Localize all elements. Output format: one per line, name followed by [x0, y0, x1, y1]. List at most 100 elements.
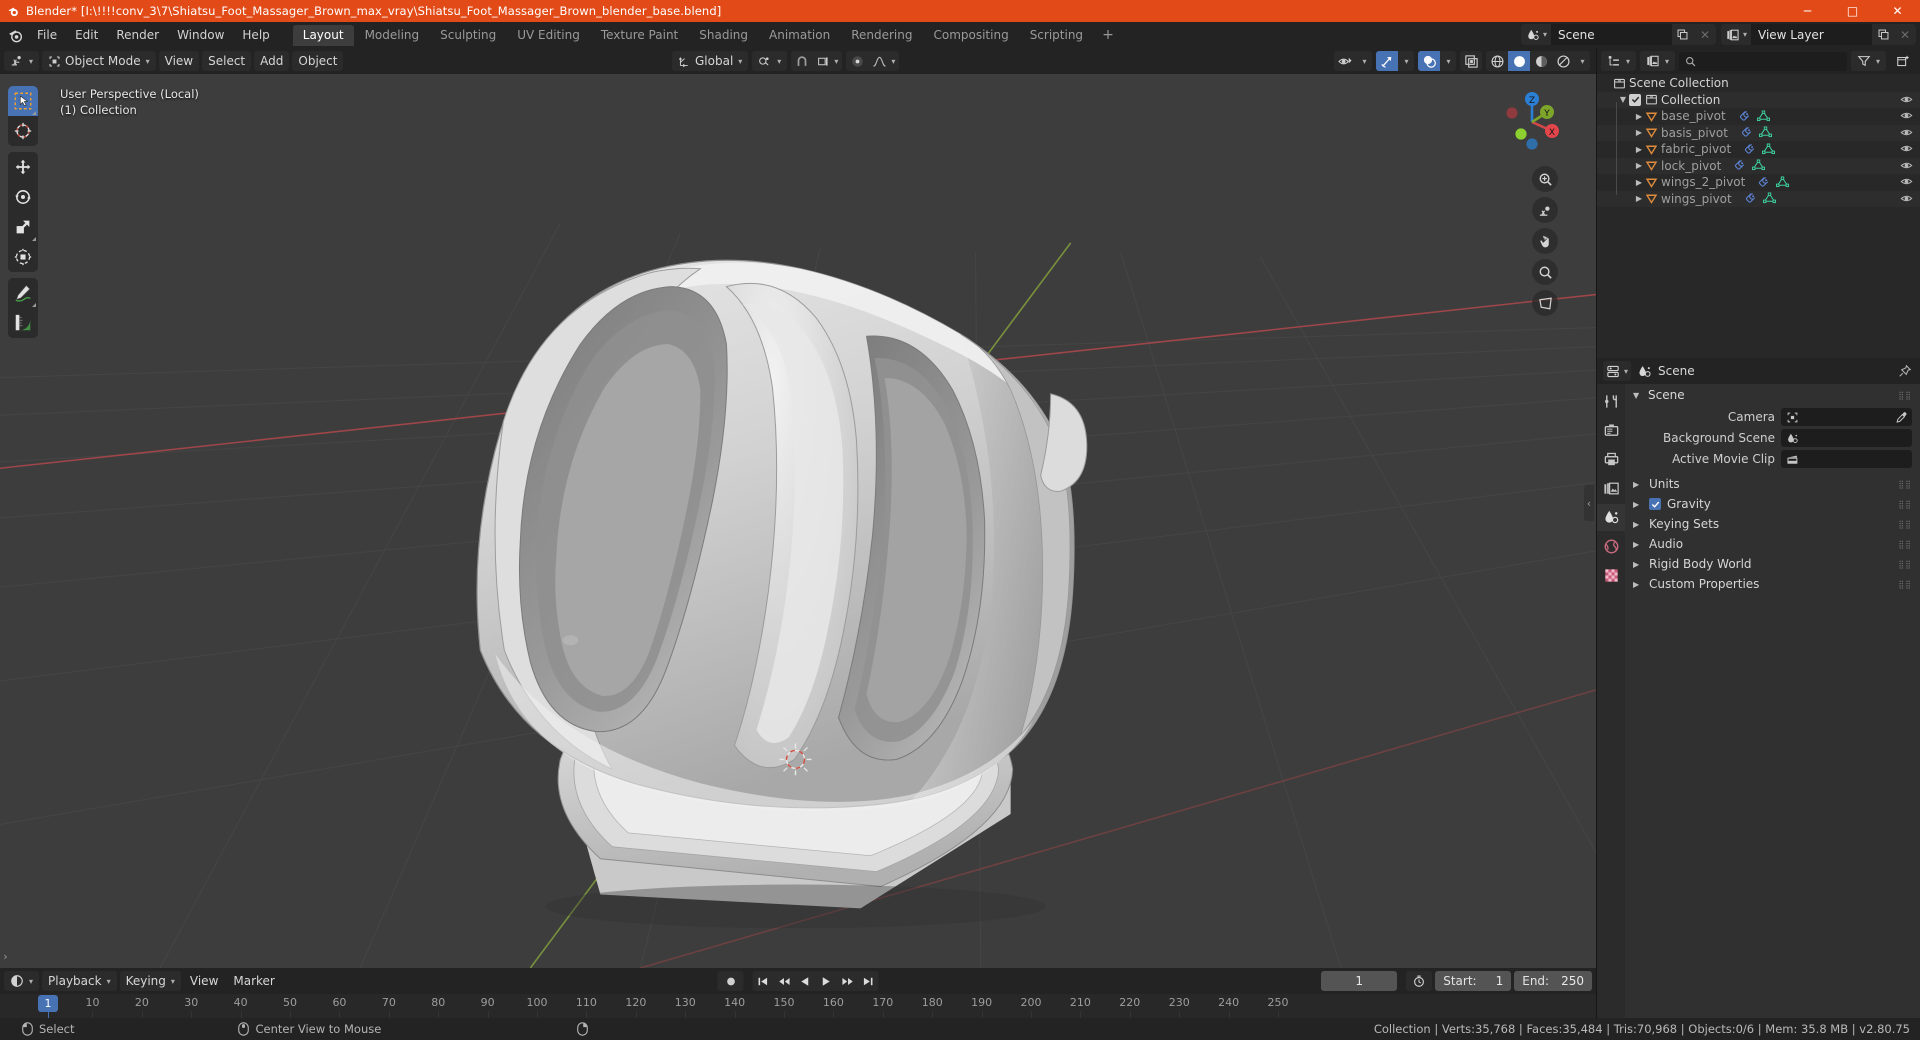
- outliner-row-collection[interactable]: ▼ Collection: [1597, 91, 1920, 108]
- prev-keyframe-icon[interactable]: [774, 971, 795, 991]
- outliner-row-fabric-pivot[interactable]: ▶ fabric_pivot: [1597, 141, 1920, 158]
- outliner-filter-id-selector[interactable]: ▾: [1640, 51, 1676, 71]
- visibility-dropdown[interactable]: ▾: [1356, 51, 1372, 71]
- jump-start-icon[interactable]: [753, 971, 774, 991]
- play-reverse-icon[interactable]: [795, 971, 816, 991]
- tab-uv-editing[interactable]: UV Editing: [507, 25, 590, 46]
- properties-editor-type-selector[interactable]: ▾: [1603, 361, 1632, 381]
- zoom-view-icon[interactable]: [1532, 166, 1558, 192]
- viewport-menu-object[interactable]: Object: [292, 51, 344, 71]
- tool-tab[interactable]: [1597, 388, 1625, 415]
- tab-texture-paint[interactable]: Texture Paint: [591, 25, 688, 46]
- view-layer-new-button[interactable]: [1872, 24, 1894, 45]
- snap-target-selector[interactable]: ▾: [813, 51, 842, 71]
- toggle-perspective-icon[interactable]: [1532, 290, 1558, 316]
- viewport-sidebar-toggle[interactable]: ‹: [1584, 485, 1594, 522]
- xray-toggle-button[interactable]: [1460, 51, 1482, 71]
- measure-tool[interactable]: [8, 308, 38, 338]
- expand-toggle-icon[interactable]: ▼: [1617, 95, 1629, 104]
- view-layer-unlink-button[interactable]: ✕: [1894, 24, 1916, 45]
- tab-modeling[interactable]: Modeling: [355, 25, 430, 46]
- visibility-eye-icon[interactable]: [1900, 175, 1913, 188]
- scene-tab[interactable]: [1597, 504, 1625, 531]
- viewport-menu-view[interactable]: View: [158, 51, 200, 71]
- section-audio[interactable]: ▶ Audio ⣿⣿: [1625, 534, 1920, 554]
- tab-compositing[interactable]: Compositing: [923, 25, 1018, 46]
- section-gravity[interactable]: ▶ Gravity ⣿⣿: [1625, 494, 1920, 514]
- jump-end-icon[interactable]: [858, 971, 879, 991]
- tab-layout[interactable]: Layout: [292, 24, 354, 46]
- visibility-eye-icon[interactable]: [1900, 142, 1913, 155]
- timeline-menu-marker[interactable]: Marker: [227, 971, 280, 991]
- scene-browse-button[interactable]: ▾: [1520, 24, 1552, 45]
- viewport-menu-select[interactable]: Select: [202, 51, 252, 71]
- visibility-eye-icon[interactable]: [1900, 126, 1913, 139]
- modifier-icon[interactable]: [1733, 159, 1746, 172]
- overlays-dropdown[interactable]: ▾: [1440, 51, 1456, 71]
- world-tab[interactable]: [1597, 533, 1625, 560]
- minimize-button[interactable]: ─: [1785, 0, 1830, 22]
- view-layer-selector[interactable]: ▾ View Layer ✕: [1720, 24, 1916, 45]
- gizmo-toggle-button[interactable]: [1376, 51, 1398, 71]
- view-layer-tab[interactable]: [1597, 475, 1625, 502]
- add-workspace-button[interactable]: +: [1094, 25, 1122, 46]
- frame-start-field[interactable]: Start: 1: [1435, 971, 1512, 991]
- auto-keying-button[interactable]: [1406, 971, 1433, 991]
- record-keyframes-button[interactable]: [717, 971, 744, 991]
- tab-shading[interactable]: Shading: [689, 25, 758, 46]
- modifier-icon[interactable]: [1743, 143, 1756, 156]
- mesh-data-icon[interactable]: [1762, 143, 1776, 156]
- view-layer-browse-button[interactable]: ▾: [1720, 24, 1752, 45]
- outliner-search-input[interactable]: [1679, 51, 1847, 71]
- proportional-edit-toggle[interactable]: [846, 51, 868, 71]
- modifier-icon[interactable]: [1738, 110, 1751, 123]
- overlays-toggle-button[interactable]: [1418, 51, 1440, 71]
- timeline-editor-type-selector[interactable]: ▾: [4, 971, 40, 991]
- outliner-row-wings-2-pivot[interactable]: ▶ wings_2_pivot: [1597, 174, 1920, 191]
- frame-end-field[interactable]: End: 250: [1514, 971, 1592, 991]
- menu-window[interactable]: Window: [168, 25, 233, 45]
- modifier-icon[interactable]: [1757, 176, 1770, 189]
- expand-toggle-icon[interactable]: ▶: [1633, 161, 1645, 170]
- zoom-camera-icon[interactable]: [1532, 259, 1558, 285]
- expand-toggle-icon[interactable]: ▶: [1633, 112, 1645, 121]
- menu-file[interactable]: File: [28, 25, 66, 45]
- eyedropper-icon[interactable]: [1895, 411, 1908, 424]
- tab-rendering[interactable]: Rendering: [841, 25, 922, 46]
- outliner-editor-type-selector[interactable]: ▾: [1601, 51, 1637, 71]
- outliner-filter-button[interactable]: ▾: [1850, 51, 1886, 71]
- pivot-point-selector[interactable]: ▾: [752, 51, 788, 71]
- viewport-menu-add[interactable]: Add: [254, 51, 290, 71]
- expand-toggle-icon[interactable]: ▶: [1633, 178, 1645, 187]
- background-scene-field[interactable]: [1781, 429, 1912, 447]
- texture-tab[interactable]: [1597, 562, 1625, 589]
- close-button[interactable]: ✕: [1875, 0, 1920, 22]
- render-tab[interactable]: [1597, 417, 1625, 444]
- gravity-checkbox[interactable]: [1649, 498, 1661, 510]
- outliner-row-scene-collection[interactable]: Scene Collection: [1597, 75, 1920, 92]
- shading-rendered-button[interactable]: [1552, 51, 1574, 71]
- move-view-icon[interactable]: [1532, 228, 1558, 254]
- menu-edit[interactable]: Edit: [66, 25, 107, 45]
- shading-material-button[interactable]: [1530, 51, 1552, 71]
- section-rigid-body-world[interactable]: ▶ Rigid Body World ⣿⣿: [1625, 554, 1920, 574]
- annotate-tool[interactable]: [8, 278, 38, 308]
- falloff-selector[interactable]: ▾: [868, 51, 899, 71]
- mesh-data-icon[interactable]: [1758, 126, 1772, 139]
- expand-toggle-icon[interactable]: ▶: [1633, 145, 1645, 154]
- tweak-select-box-tool[interactable]: [8, 86, 38, 116]
- outliner-row-lock-pivot[interactable]: ▶ lock_pivot: [1597, 157, 1920, 174]
- pin-icon[interactable]: [1898, 364, 1912, 378]
- scene-panel-header[interactable]: ▼ Scene ⣿⣿: [1625, 384, 1920, 406]
- expand-toggle-icon[interactable]: ▶: [1633, 128, 1645, 137]
- shading-wireframe-button[interactable]: [1486, 51, 1508, 71]
- timeline-menu-playback[interactable]: Playback ▾: [42, 971, 117, 991]
- new-collection-button[interactable]: [1890, 51, 1916, 71]
- next-keyframe-icon[interactable]: [837, 971, 858, 991]
- timeline-menu-keying[interactable]: Keying ▾: [119, 971, 181, 991]
- visibility-eye-icon[interactable]: [1900, 109, 1913, 122]
- tab-animation[interactable]: Animation: [759, 25, 840, 46]
- transform-tool[interactable]: [8, 242, 38, 272]
- outliner-row-wings-pivot[interactable]: ▶ wings_pivot: [1597, 190, 1920, 207]
- outliner-tree[interactable]: Scene Collection ▼ Collection ▶ base_pivot ▶ b…: [1597, 74, 1920, 358]
